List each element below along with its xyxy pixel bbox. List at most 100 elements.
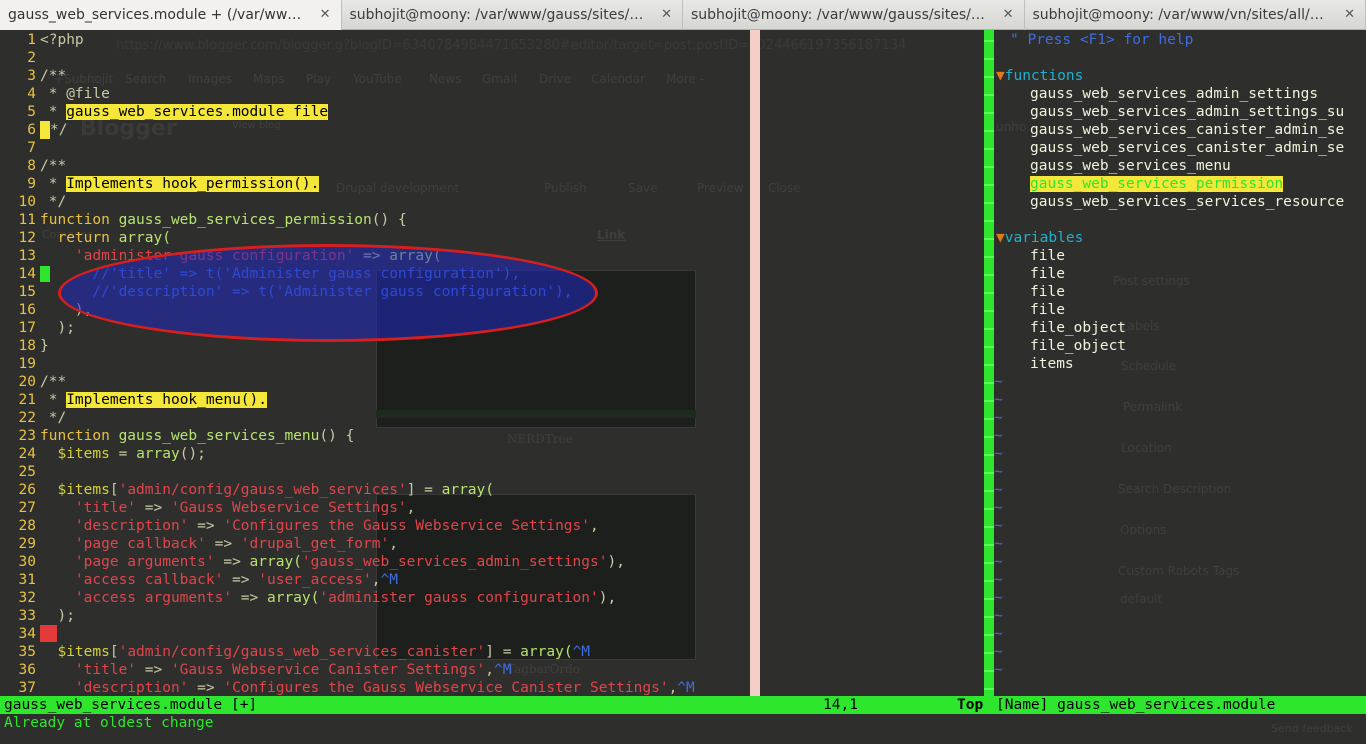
code-line[interactable]: 7 — [4, 139, 40, 157]
color-column — [750, 30, 760, 696]
empty-buffer-line: ~ — [994, 643, 1003, 661]
code-line[interactable]: 18} — [4, 337, 49, 355]
code-line[interactable]: 27 'title' => 'Gauss Webservice Settings… — [4, 499, 416, 517]
tab-1[interactable]: gauss_web_services.module + (/var/www/ga… — [0, 0, 342, 30]
code-token: () { — [319, 428, 355, 444]
empty-line-tilde: ~ — [994, 626, 1003, 642]
tab-label: subhojit@moony: /var/www/gauss/sites/all… — [691, 7, 991, 23]
tag-variable-item[interactable]: file_object — [1030, 337, 1126, 355]
code-line[interactable]: 22 */ — [4, 409, 67, 427]
tab-2[interactable]: subhojit@moony: /var/www/gauss/sites/all… — [342, 0, 683, 30]
tagbar-functions-header[interactable]: ▼functions — [996, 67, 1083, 85]
line-number: 28 — [18, 518, 36, 534]
tag-variable-item[interactable]: file — [1030, 247, 1065, 265]
code-line[interactable]: 35 $items['admin/config/gauss_web_servic… — [4, 643, 591, 661]
code-token: [ — [109, 482, 119, 498]
code-token: $items — [57, 644, 110, 660]
code-line[interactable]: 3/** — [4, 67, 66, 85]
empty-line-tilde: ~ — [994, 464, 1003, 480]
tag-function-item[interactable]: gauss_web_services_permission — [1030, 175, 1284, 193]
tab-3[interactable]: subhojit@moony: /var/www/gauss/sites/all… — [683, 0, 1025, 30]
code-token: /** — [40, 158, 67, 174]
code-line[interactable]: 24 $items = array(); — [4, 445, 206, 463]
code-token: , — [668, 680, 678, 696]
line-number: 14 — [18, 266, 36, 282]
line-number: 15 — [18, 284, 36, 300]
code-token: array — [136, 446, 180, 462]
close-icon[interactable]: ✕ — [320, 7, 331, 22]
vim-editor-pane[interactable]: 1 <?php 2 3/** 4 * @file 5 * gauss_web_servic… — [0, 30, 750, 696]
tag-function-item[interactable]: gauss_web_services_canister_admin_se — [1030, 121, 1344, 139]
code-token: */ — [40, 410, 67, 426]
code-line[interactable]: 31 'access callback' => 'user_access',^M — [4, 571, 398, 589]
code-line[interactable]: 8/** — [4, 157, 66, 175]
tag-item-label: file_object — [1030, 338, 1127, 354]
code-line[interactable]: 23 function gauss_web_services_menu() { — [4, 427, 355, 445]
close-icon[interactable]: ✕ — [1344, 7, 1355, 22]
code-line[interactable]: 21 * Implements hook_menu(). — [4, 391, 267, 409]
empty-buffer-line: ~ — [994, 463, 1003, 481]
code-line[interactable]: 36 'title' => 'Gauss Webservice Canister… — [4, 661, 512, 679]
tag-item-label: gauss_web_services_services_resource — [1030, 194, 1345, 210]
code-line[interactable]: 4 * @file — [4, 85, 110, 103]
code-line[interactable]: 33 ); — [4, 607, 75, 625]
tab-bar: gauss_web_services.module + (/var/www/ga… — [0, 0, 1366, 30]
code-line[interactable]: 37 'description' => 'Configures the Gaus… — [4, 679, 695, 697]
tag-function-item[interactable]: gauss_web_services_admin_settings_su — [1030, 103, 1344, 121]
code-line[interactable]: 20/** — [4, 373, 67, 391]
tag-function-item[interactable]: gauss_web_services_admin_settings — [1030, 85, 1318, 103]
line-number: 27 — [18, 500, 36, 516]
tag-item-label: gauss_web_services_canister_admin_se — [1030, 140, 1345, 156]
code-line[interactable]: 30 'page arguments' => array('gauss_web_… — [4, 553, 625, 571]
code-line[interactable]: 11 function gauss_web_services_permission… — [4, 211, 407, 229]
tagbar-variables-header[interactable]: ▼variables — [996, 229, 1083, 247]
tag-variable-item[interactable]: file — [1030, 301, 1065, 319]
code-line[interactable]: 34 — [4, 625, 40, 643]
vertical-split-bar[interactable] — [984, 30, 994, 696]
tagbar-pane[interactable]: " Press <F1> for help ▼functions gauss_web… — [994, 30, 1366, 696]
change-marker — [40, 121, 50, 139]
code-token: /** — [40, 68, 67, 84]
code-line[interactable]: 9 * Implements hook_permission(). — [4, 175, 320, 193]
tag-item-label: gauss_web_services_canister_admin_se — [1030, 122, 1345, 138]
code-line[interactable]: 10 */ — [4, 193, 67, 211]
tab-4[interactable]: subhojit@moony: /var/www/vn/sites/all/mo… — [1025, 0, 1366, 30]
code-line[interactable]: 1 <?php — [4, 31, 83, 49]
line-number: 30 — [18, 554, 36, 570]
code-token: $items — [57, 446, 110, 462]
code-token: ^M — [677, 680, 695, 696]
close-icon[interactable]: ✕ — [661, 7, 672, 22]
code-text: return array( — [36, 229, 171, 247]
command-line[interactable]: Already at oldest change — [4, 714, 214, 732]
terminal-window[interactable]: https://www.blogger.com/blogger.g?blogID… — [0, 30, 1366, 744]
code-line[interactable]: 19 — [4, 355, 40, 373]
code-line[interactable]: 6 */ — [4, 121, 67, 139]
tag-variable-item[interactable]: file_object — [1030, 319, 1126, 337]
code-line[interactable]: 12 return array( — [4, 229, 171, 247]
code-line[interactable]: 17 ); — [4, 319, 75, 337]
close-icon[interactable]: ✕ — [1003, 7, 1014, 22]
code-line[interactable]: 32 'access arguments' => array('administ… — [4, 589, 617, 607]
tag-variable-item[interactable]: file — [1030, 283, 1065, 301]
code-line[interactable]: 25 — [4, 463, 40, 481]
code-token: function — [40, 428, 119, 444]
code-line[interactable]: 28 'description' => 'Configures the Gaus… — [4, 517, 599, 535]
empty-line-tilde: ~ — [994, 572, 1003, 588]
tag-function-item[interactable]: gauss_web_services_menu — [1030, 157, 1231, 175]
code-line[interactable]: 2 — [4, 49, 40, 67]
code-line[interactable]: 26 $items['admin/config/gauss_web_servic… — [4, 481, 494, 499]
tag-variable-item[interactable]: file — [1030, 265, 1065, 283]
tag-function-item[interactable]: gauss_web_services_services_resource — [1030, 193, 1344, 211]
code-token: ] = — [406, 482, 442, 498]
tagbar-help: " Press <F1> for help — [1010, 31, 1193, 49]
section-header-label: variables — [1004, 230, 1084, 246]
code-line[interactable]: 5 * gauss_web_services.module file — [4, 103, 329, 121]
code-token: 'description' — [74, 518, 189, 534]
tag-variable-item[interactable]: items — [1030, 355, 1074, 373]
code-token: ] = — [485, 644, 521, 660]
code-token: ), — [607, 554, 625, 570]
code-line[interactable]: 29 'page callback' => 'drupal_get_form', — [4, 535, 398, 553]
tag-item-label: file — [1030, 284, 1065, 300]
tag-function-item[interactable]: gauss_web_services_canister_admin_se — [1030, 139, 1344, 157]
